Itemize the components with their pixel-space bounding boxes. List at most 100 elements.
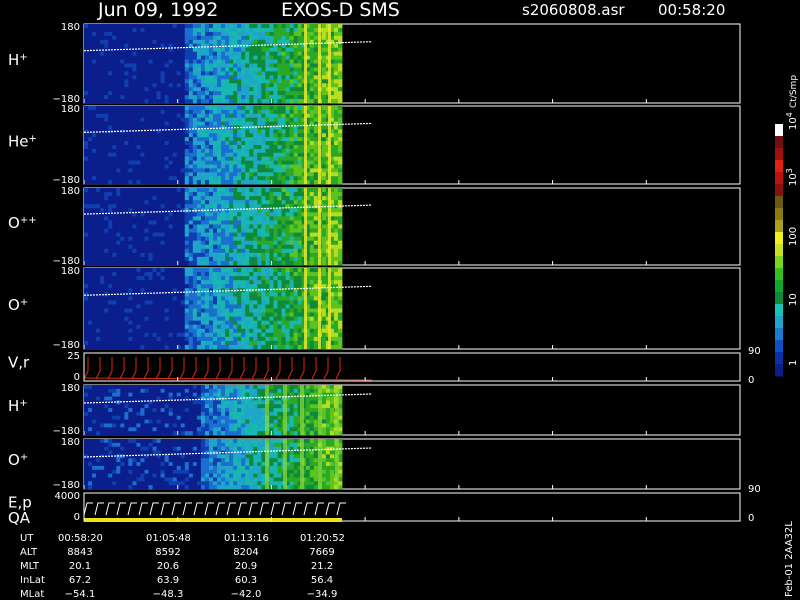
spectrogram-cell xyxy=(321,71,327,76)
spectrogram-cell xyxy=(273,320,278,326)
spectrogram-cell xyxy=(120,160,125,165)
spectrogram-cell xyxy=(297,336,303,342)
spectrogram-cell xyxy=(172,240,178,246)
spectrogram-cell xyxy=(273,272,278,277)
spectrogram-cell xyxy=(237,168,242,173)
spectrogram-cell xyxy=(297,236,303,242)
spectrogram-cell xyxy=(96,79,101,84)
spectrogram-cell xyxy=(160,216,166,221)
spectrogram-cell xyxy=(321,260,327,266)
spectrogram-cell xyxy=(273,55,278,60)
spectrogram-cell xyxy=(208,180,214,185)
spectrogram-cell xyxy=(188,284,194,289)
spectrogram-cell xyxy=(132,91,137,96)
spectrogram-cell xyxy=(180,148,186,154)
spectrogram-cell xyxy=(309,133,315,138)
spectrogram-cell xyxy=(84,113,89,119)
spectrogram-cell xyxy=(208,75,214,80)
spectrogram-cell xyxy=(273,24,278,29)
spectrogram-cell xyxy=(180,324,186,330)
spectrogram-cell xyxy=(176,192,182,197)
spectrogram-cell xyxy=(265,292,270,297)
spectrogram-cell xyxy=(112,152,117,158)
spectrogram-cell xyxy=(92,320,97,326)
spectrogram-cell xyxy=(120,288,125,293)
spectrogram-cell xyxy=(128,145,133,150)
spectrogram-cell xyxy=(257,252,262,258)
spectrogram-cell xyxy=(265,248,270,254)
spectrogram-cell xyxy=(124,67,129,72)
spectrogram-cell xyxy=(100,51,105,56)
spectrogram-cell xyxy=(265,332,270,338)
spectrogram-cell xyxy=(337,109,343,115)
spectrogram-cell xyxy=(188,244,194,250)
spectrogram-cell xyxy=(84,240,89,246)
spectrogram-cell xyxy=(96,172,101,177)
spectrogram-cell xyxy=(253,95,258,100)
spectrogram-cell xyxy=(229,200,234,205)
spectrogram-cell xyxy=(281,39,286,45)
spectrogram-cell xyxy=(265,188,270,193)
spectrogram-cell xyxy=(261,87,266,92)
spectrogram-cell xyxy=(233,180,238,185)
spectrogram-cell xyxy=(257,35,262,41)
spectrogram-cell xyxy=(184,35,190,41)
spectrogram-cell xyxy=(277,276,282,281)
spectrogram-cell xyxy=(96,216,101,221)
spectrogram-cell xyxy=(249,87,254,92)
spectrogram-cell xyxy=(281,304,286,309)
spectrogram-cell xyxy=(124,168,129,173)
spectrogram-cell xyxy=(144,176,149,181)
spectrogram-cell xyxy=(245,284,250,289)
spectrogram-cell xyxy=(104,240,109,246)
spectrogram-cell xyxy=(184,75,190,80)
spectrogram-cell xyxy=(253,164,258,169)
spectrogram-cell xyxy=(180,252,186,258)
spectrogram-cell xyxy=(257,260,262,266)
spectrogram-cell xyxy=(221,106,226,111)
spectrogram-cell xyxy=(84,180,89,185)
spectrogram-cell xyxy=(160,79,166,84)
spectrogram-cell xyxy=(265,137,270,142)
spectrogram-cell xyxy=(269,276,274,281)
spectrogram-cell xyxy=(277,106,282,111)
spectrogram-cell xyxy=(108,43,113,49)
spectrogram-cell xyxy=(176,232,182,238)
spectrogram-cell xyxy=(116,24,121,29)
spectrogram-cell xyxy=(285,164,290,169)
spectrogram-cell xyxy=(229,106,234,111)
spectrogram-cell xyxy=(273,236,278,242)
spectrogram-cell xyxy=(313,248,319,254)
spectrogram-cell xyxy=(196,137,202,142)
spectrogram-cell xyxy=(333,228,339,233)
spectrogram-cell xyxy=(196,31,202,37)
spectrogram-cell xyxy=(140,272,145,277)
spectrogram-cell xyxy=(233,320,238,326)
spectrogram-cell xyxy=(273,200,278,205)
spectrogram-cell xyxy=(128,164,133,169)
spectrogram-cell xyxy=(269,228,274,233)
spectrogram-cell xyxy=(237,276,242,281)
spectrogram-cell xyxy=(132,256,137,262)
spectrogram-cell xyxy=(116,308,121,313)
spectrogram-cell xyxy=(241,51,246,56)
spectrogram-cell xyxy=(120,75,125,80)
spectrogram-cell xyxy=(104,304,109,309)
spectrogram-cell xyxy=(253,340,258,346)
spectrogram-cell xyxy=(253,117,258,122)
spectrogram-cell xyxy=(297,91,303,96)
spectrogram-cell xyxy=(176,59,182,64)
spectrogram-cell xyxy=(164,79,170,84)
spectrogram-cell xyxy=(221,59,226,64)
spectrogram-cell xyxy=(124,109,129,115)
spectrogram-cell xyxy=(148,51,153,56)
spectrogram-cell xyxy=(100,344,105,350)
spectrogram-cell xyxy=(120,59,125,64)
spectrogram-cell xyxy=(180,320,186,326)
spectrogram-cell xyxy=(269,324,274,330)
spectrogram-cell xyxy=(96,35,101,41)
spectrogram-cell xyxy=(281,296,286,301)
spectrogram-cell xyxy=(112,220,117,225)
spectrogram-cell xyxy=(88,35,93,41)
spectrogram-cell xyxy=(100,216,105,221)
